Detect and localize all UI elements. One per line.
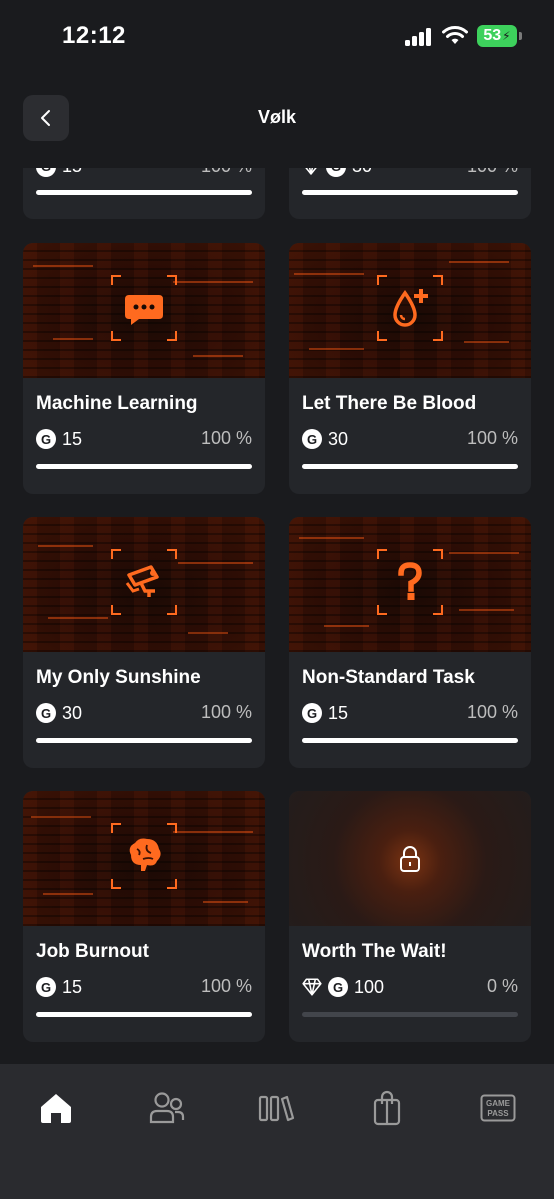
achievement-art — [23, 517, 265, 652]
achievement-art — [289, 517, 531, 652]
achievement-card-partial[interactable]: G 15 100 % — [23, 168, 265, 219]
card-points: 30 — [62, 702, 83, 723]
card-percent: 100 % — [466, 702, 518, 722]
gem-icon — [302, 978, 322, 996]
library-icon — [258, 1095, 295, 1122]
card-title: My Only Sunshine — [36, 667, 201, 688]
gamerscore-icon: G — [326, 168, 346, 177]
card-meta: G 15 — [36, 976, 82, 998]
card-points: 15 — [62, 976, 83, 997]
nav-friends[interactable] — [147, 1088, 187, 1128]
progress-bar — [36, 190, 252, 195]
progress-bar — [302, 738, 518, 743]
card-meta: G 15 — [302, 702, 348, 724]
security-camera-icon — [125, 565, 159, 597]
gamerscore-icon: G — [36, 977, 56, 997]
battery-indicator: 53 ⚡ — [477, 25, 517, 47]
game-pass-line2: PASS — [487, 1109, 509, 1118]
nav-library[interactable] — [257, 1088, 297, 1128]
achievement-art-locked — [289, 791, 531, 926]
wifi-icon — [442, 26, 468, 44]
card-title: Job Burnout — [36, 941, 149, 962]
achievement-art — [289, 243, 531, 378]
card-meta: G 100 — [302, 976, 384, 998]
card-points: 100 — [354, 976, 385, 997]
nav-game-pass[interactable]: GAME PASS — [478, 1088, 518, 1128]
gamerscore-icon: G — [302, 703, 322, 723]
card-percent: 100 % — [200, 428, 252, 448]
card-meta: G 15 — [36, 428, 82, 450]
achievement-card-partial[interactable]: G 30 100 % — [289, 168, 531, 219]
gem-icon — [305, 168, 317, 175]
card-meta: G 30 — [302, 168, 372, 177]
progress-bar — [302, 190, 518, 195]
progress-bar — [36, 738, 252, 743]
card-points: 15 — [62, 428, 83, 449]
card-title: Let There Be Blood — [302, 393, 477, 414]
card-title: Non-Standard Task — [302, 667, 475, 688]
cellular-signal-icon — [405, 28, 433, 46]
home-icon — [41, 1094, 71, 1123]
card-title: Machine Learning — [36, 393, 198, 414]
card-points: 30 — [328, 428, 349, 449]
question-mark-icon — [398, 562, 422, 600]
card-percent: 100 % — [466, 428, 518, 448]
page-title: Vølk — [257, 107, 296, 127]
gamerscore-icon: G — [36, 168, 56, 177]
speech-bubble-icon — [125, 295, 163, 325]
card-points: 15 — [62, 168, 82, 177]
achievement-art — [23, 791, 265, 926]
progress-bar — [302, 464, 518, 469]
friends-icon — [149, 1092, 185, 1124]
achievement-art — [23, 243, 265, 378]
achievements-grid[interactable]: G 15 100 % G 30 100 % Machine Learning — [0, 168, 554, 1064]
card-meta: G 30 — [302, 428, 348, 450]
gamerscore-icon: G — [36, 703, 56, 723]
nav-store[interactable] — [367, 1088, 407, 1128]
gamerscore-icon: G — [36, 429, 56, 449]
card-percent: 100 % — [200, 702, 252, 722]
progress-bar — [36, 464, 252, 469]
card-percent: 100 % — [200, 976, 252, 996]
card-meta: G 15 — [36, 168, 82, 177]
store-icon — [373, 1090, 401, 1126]
achievement-card[interactable]: My Only Sunshine G 30 100 % — [23, 517, 265, 768]
card-percent: 100 % — [467, 168, 518, 177]
nav-home[interactable] — [36, 1088, 76, 1128]
card-meta: G 30 — [36, 702, 82, 724]
status-time: 12:12 — [62, 22, 126, 49]
progress-bar — [36, 1012, 252, 1017]
gamerscore-icon: G — [302, 429, 322, 449]
achievement-card[interactable]: Job Burnout G 15 100 % — [23, 791, 265, 1042]
card-points: 15 — [328, 702, 349, 723]
bottom-nav: GAME PASS — [0, 1064, 554, 1199]
charging-bolt-icon: ⚡ — [502, 29, 511, 43]
gamerscore-icon: G — [328, 977, 348, 997]
card-percent: 0 % — [486, 976, 518, 996]
progress-bar — [302, 1012, 518, 1017]
header: Vølk — [0, 88, 554, 148]
card-percent: 100 % — [201, 168, 252, 177]
lock-icon — [400, 846, 420, 872]
game-pass-line1: GAME — [486, 1099, 511, 1108]
status-bar: 12:12 53 ⚡ — [0, 0, 554, 72]
card-title: Worth The Wait! — [302, 941, 447, 962]
battery-level: 53 — [483, 27, 502, 44]
achievement-card[interactable]: Let There Be Blood G 30 100 % — [289, 243, 531, 494]
game-pass-icon: GAME PASS — [480, 1094, 516, 1122]
achievement-card[interactable]: Non-Standard Task G 15 100 % — [289, 517, 531, 768]
brain-icon — [129, 838, 161, 871]
achievement-card[interactable]: Machine Learning G 15 100 % — [23, 243, 265, 494]
card-points: 30 — [352, 168, 372, 177]
achievement-card-locked[interactable]: Worth The Wait! G 100 0 % — [289, 791, 531, 1042]
battery-tip — [519, 32, 522, 40]
blood-drop-plus-icon — [393, 289, 428, 327]
